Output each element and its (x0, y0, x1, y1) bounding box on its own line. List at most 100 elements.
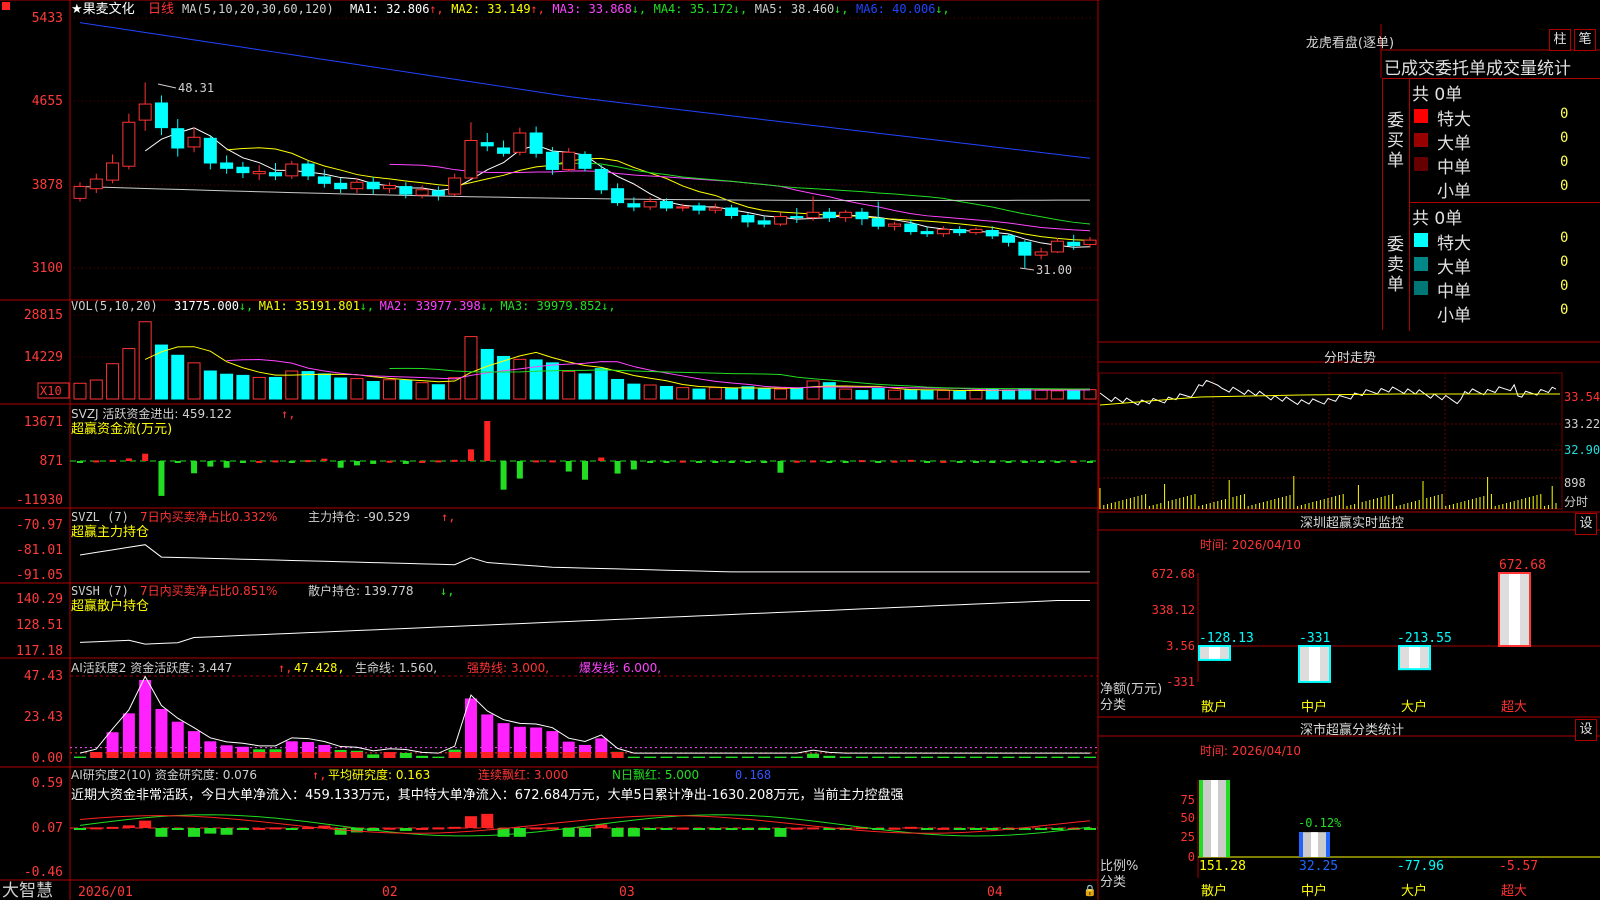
candle-body (268, 172, 282, 177)
flow-bar (109, 459, 116, 462)
volume-bar (383, 379, 397, 400)
menu-marker-icon[interactable] (2, 2, 10, 10)
intraday-tick: 32.90 (1564, 443, 1600, 457)
y-tick: -70.97 (16, 518, 63, 533)
candle-body (317, 176, 331, 184)
activity-bar (399, 752, 412, 758)
intraday-tick: 33.22 (1564, 417, 1600, 431)
flow-bar (435, 460, 442, 463)
svzj-header: SVZJ 活跃资金进出: 459.122 (71, 406, 232, 421)
monitor-cat: 分类 (1100, 698, 1126, 713)
activity-bar (741, 756, 754, 758)
research-bar (562, 828, 575, 837)
volume-bar (904, 389, 918, 400)
research-bar (725, 828, 738, 830)
research-bar (432, 827, 445, 830)
monitor-settings-button[interactable]: 设 (1575, 513, 1597, 535)
volume-bar (138, 321, 152, 400)
x-tick: 2026/01 (78, 885, 133, 900)
volume-bar (643, 384, 657, 400)
vol-arrow: ↓, (360, 299, 374, 313)
candle-body (594, 168, 608, 191)
monitor-bar-highlight (1509, 573, 1520, 646)
activity-base-bar (464, 752, 477, 758)
research-bar (807, 827, 820, 830)
candle-body (953, 228, 967, 234)
volume-bar (154, 344, 168, 400)
flow-bar (77, 461, 83, 463)
monitor-title: 深圳超赢实时监控 (1300, 515, 1404, 531)
ma-values: MA1: 32.806 ↑, MA2: 33.149 ↑, MA3: 33.868 ↓, M… (350, 2, 950, 16)
activity-base-bar (236, 752, 249, 758)
ma-arrow: ↓, (935, 2, 949, 16)
y-tick: 5433 (32, 11, 63, 26)
activity-base-bar (253, 752, 266, 758)
research-bar (448, 826, 461, 829)
order-count: 0 (1560, 154, 1569, 170)
research-bar (90, 827, 103, 830)
volume-bar (1050, 390, 1064, 400)
volume-bar (73, 382, 87, 400)
ma-arrow: ↓, (733, 2, 747, 16)
activity-bar (725, 756, 738, 758)
y-tick: -0.46 (24, 865, 63, 880)
candle-body (1083, 239, 1097, 245)
ai-research-bars (70, 813, 1098, 837)
activity-bar (904, 756, 917, 758)
volume-bar (464, 336, 478, 400)
ma5-line (79, 186, 1091, 201)
classify-y-tick: 0 (1188, 850, 1195, 864)
vol-arrow: ↓, (480, 299, 494, 313)
candle-body (399, 186, 413, 195)
ai2-v3: 连续飘红: 3.000 (478, 767, 568, 782)
monitor-value: 672.68 (1499, 558, 1546, 573)
candle-body (708, 207, 722, 211)
intraday-vol-unit: 分时 (1564, 495, 1588, 509)
order-count: 0 (1560, 106, 1569, 122)
flow-bar (305, 460, 312, 463)
volume-bar (676, 387, 690, 400)
activity-base-bar (188, 752, 201, 758)
classify-bar-edge (1326, 832, 1330, 857)
vol-header: VOL(5,10,20) (71, 299, 158, 313)
buy-order-row: 中单00% (1410, 152, 1600, 178)
intraday-price-line (1099, 379, 1557, 406)
flow-bar (614, 461, 621, 474)
monitor-value: -213.55 (1397, 631, 1452, 646)
activity-bar (790, 756, 803, 758)
research-bar (969, 828, 982, 830)
order-color-swatch (1414, 305, 1428, 319)
ai2-comment: 近期大资金非常活跃，今日大单净流入：459.133万元，其中特大单净流入：672… (71, 787, 904, 803)
svzl-name: SVZL (7) (71, 510, 129, 524)
classify-settings-button[interactable]: 设 (1575, 719, 1597, 741)
volume-bar (366, 381, 380, 400)
candle-body (692, 205, 706, 211)
volume-bar (725, 388, 739, 400)
activity-bar (986, 756, 999, 758)
lock-icon[interactable]: 🔒 (1083, 884, 1097, 897)
candle-body (920, 231, 934, 235)
ma-arrow: ↓, (834, 2, 848, 16)
volume-bar (480, 348, 494, 400)
flow-bar (142, 453, 149, 461)
pen-mode-button[interactable]: 笔 (1574, 29, 1596, 51)
volume-bar (122, 348, 136, 400)
activity-bar (953, 756, 966, 758)
volume-bar (871, 388, 885, 400)
monitor-value: -331 (1299, 631, 1330, 646)
flow-bar (728, 461, 735, 463)
research-bar (676, 827, 689, 830)
candle-body (154, 102, 168, 129)
volume-bar (236, 374, 250, 400)
bar-mode-button[interactable]: 柱 (1549, 29, 1571, 51)
flow-bar (1070, 460, 1077, 463)
activity-bar (774, 756, 787, 758)
research-bar (790, 827, 803, 830)
period-label[interactable]: 日线 (148, 2, 174, 17)
activity-base-bar (350, 752, 363, 758)
activity-bar (432, 756, 445, 758)
intraday-chart (1098, 372, 1563, 510)
activity-bar (969, 756, 982, 758)
activity-bar (416, 755, 429, 758)
activity-bar (155, 708, 168, 758)
